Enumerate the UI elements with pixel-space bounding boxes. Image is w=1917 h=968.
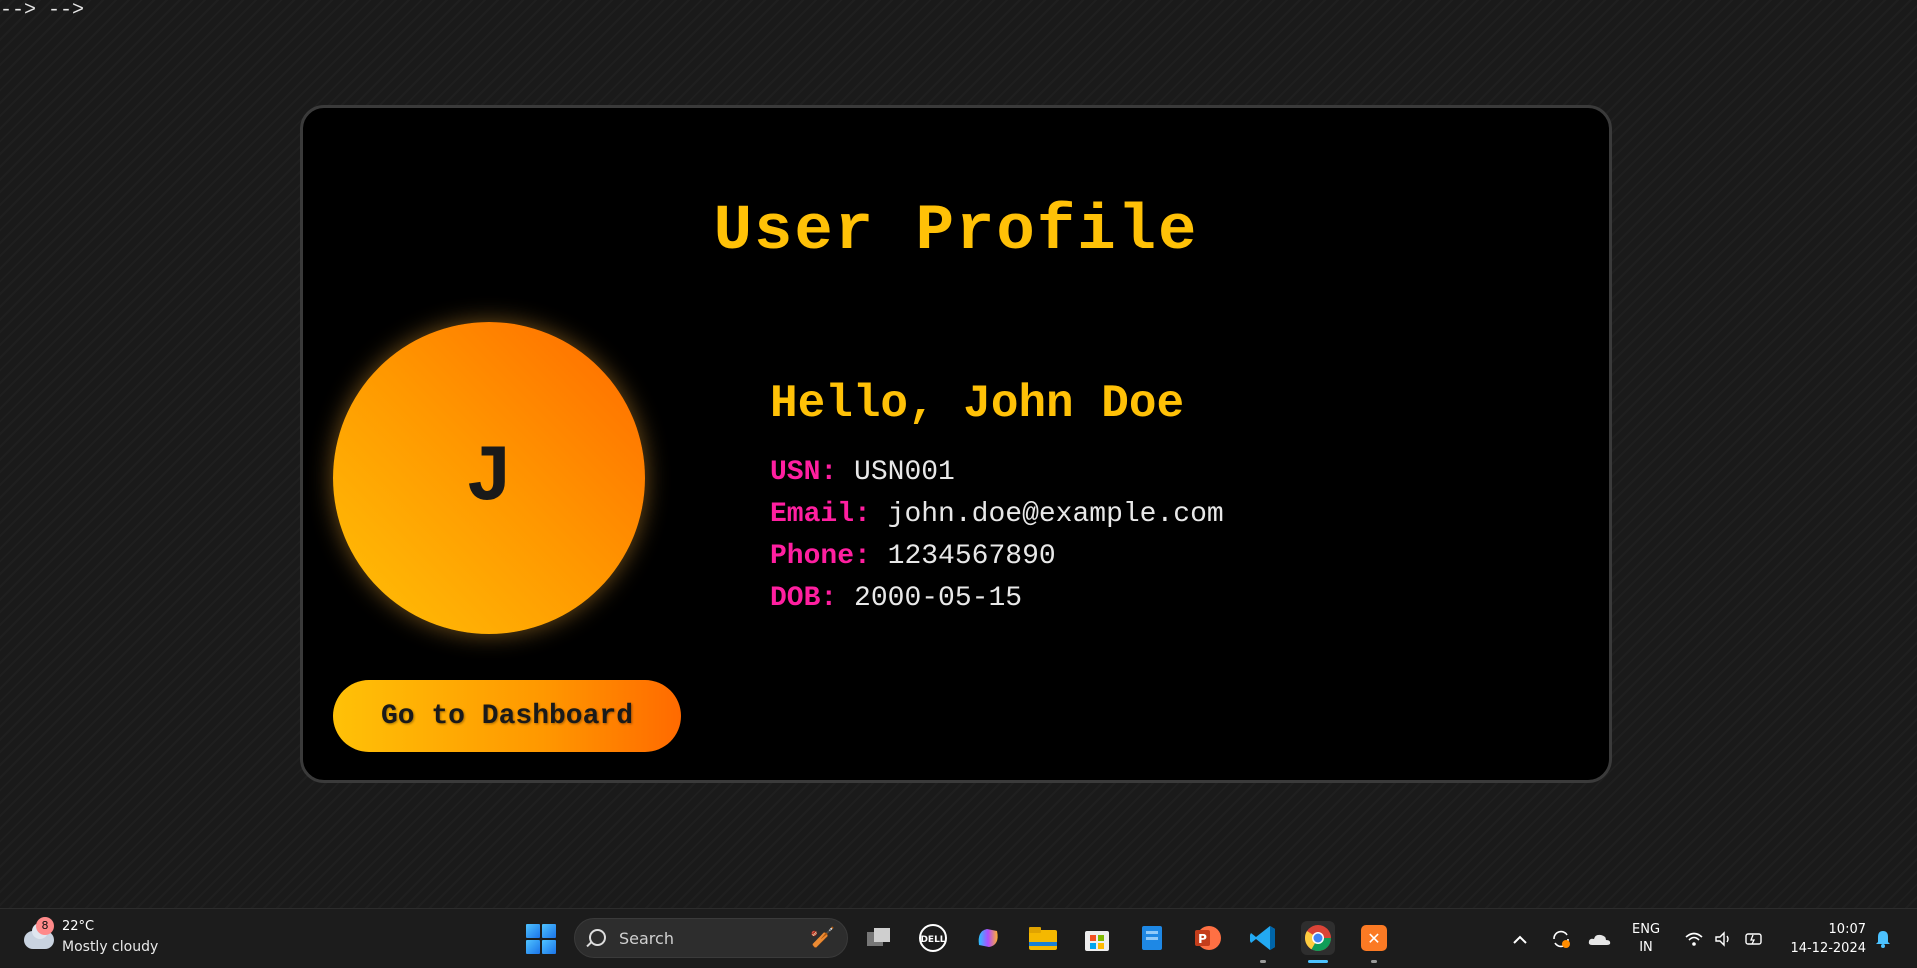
onedrive-icon[interactable]: [1588, 909, 1612, 968]
field-label: DOB:: [770, 583, 838, 614]
profile-info: Hello, John Doe USN: USN001 Email: john.…: [770, 378, 1224, 620]
chrome-icon[interactable]: [1301, 921, 1335, 963]
avatar: J: [333, 322, 645, 634]
taskbar: 8 22°C Mostly cloudy Search 🏏 DELL P ✕ E…: [0, 908, 1917, 967]
language-region: IN: [1639, 940, 1653, 955]
language-code: ENG: [1632, 922, 1661, 937]
field-label: USN:: [770, 457, 838, 488]
clock-time: 10:07: [1828, 922, 1866, 937]
copilot-icon[interactable]: [971, 921, 1005, 955]
stray-text: --> -->: [0, 0, 85, 22]
profile-card: User Profile J Hello, John Doe USN: USN0…: [300, 105, 1612, 783]
volume-icon[interactable]: [1714, 909, 1734, 968]
svg-text:✕: ✕: [1367, 929, 1380, 948]
windows-start-icon[interactable]: [526, 924, 556, 954]
field-label: Phone:: [770, 541, 871, 572]
search-highlight-icon: 🏏: [810, 925, 835, 949]
field-value: 1234567890: [887, 541, 1056, 572]
field-phone: Phone: 1234567890: [770, 536, 1224, 578]
field-usn: USN: USN001: [770, 452, 1224, 494]
weather-condition: Mostly cloudy: [62, 939, 159, 955]
field-label: Email:: [770, 499, 871, 530]
search-placeholder: Search: [619, 929, 674, 948]
wifi-icon[interactable]: [1684, 909, 1704, 968]
greeting: Hello, John Doe: [770, 378, 1185, 430]
taskbar-search[interactable]: Search 🏏: [574, 918, 848, 958]
sync-icon[interactable]: [1550, 909, 1572, 968]
file-explorer-icon[interactable]: [1026, 921, 1060, 955]
active-indicator: [1308, 960, 1328, 963]
weather-temp: 22°C: [62, 919, 95, 934]
app-icon[interactable]: [1135, 921, 1169, 955]
weather-widget[interactable]: 8 22°C Mostly cloudy: [18, 917, 168, 961]
search-icon: [589, 929, 606, 946]
svg-text:P: P: [1198, 932, 1207, 946]
svg-text:DELL: DELL: [920, 935, 945, 945]
notification-bell-icon[interactable]: [1874, 909, 1892, 968]
language-indicator[interactable]: ENG IN: [1632, 921, 1660, 957]
field-dob: DOB: 2000-05-15: [770, 578, 1224, 620]
running-indicator: [1260, 960, 1266, 963]
field-email: Email: john.doe@example.com: [770, 494, 1224, 536]
notification-badge: 8: [36, 917, 54, 935]
page-background: --> --> User Profile J Hello, John Doe U…: [0, 0, 1917, 908]
dell-icon[interactable]: DELL: [916, 921, 950, 955]
xampp-icon[interactable]: ✕: [1357, 921, 1391, 963]
go-to-dashboard-button[interactable]: Go to Dashboard: [333, 680, 681, 752]
clock-date: 14-12-2024: [1790, 941, 1866, 956]
clock[interactable]: 10:07 14-12-2024: [1782, 920, 1866, 958]
microsoft-store-icon[interactable]: [1080, 921, 1114, 955]
show-hidden-icons-chevron-icon[interactable]: [1512, 909, 1528, 968]
battery-icon[interactable]: [1744, 909, 1766, 968]
running-indicator: [1371, 960, 1377, 963]
field-value: USN001: [854, 457, 955, 488]
page-title: User Profile: [713, 196, 1199, 268]
task-view-icon[interactable]: [862, 921, 896, 955]
powerpoint-icon[interactable]: P: [1190, 921, 1224, 955]
avatar-initial: J: [464, 432, 513, 524]
field-value: john.doe@example.com: [887, 499, 1224, 530]
vscode-icon[interactable]: [1246, 921, 1280, 963]
field-value: 2000-05-15: [854, 583, 1023, 614]
